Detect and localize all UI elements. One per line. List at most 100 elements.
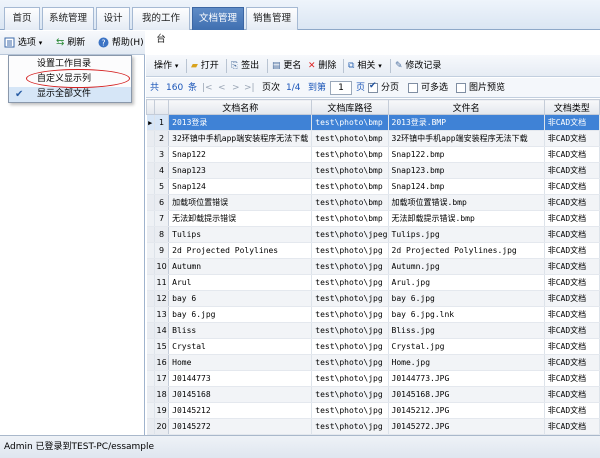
related-label: 相关 [357, 61, 376, 71]
table-row[interactable]: 2 32环镇中手机app端安装程序无法下载 test\photo\bmp 32环镇中手… [146, 130, 600, 147]
svg-text:?: ? [101, 39, 105, 48]
row-indicator [146, 210, 156, 227]
cell-type: 非CAD文档 [544, 322, 600, 339]
status-bar: Admin 已登录到TEST-PC/essample [0, 435, 600, 458]
row-number: 4 [154, 162, 170, 179]
table-row[interactable]: 5 Snap124 test\photo\bmp Snap124.bmp 非CAD文档 [146, 178, 600, 195]
tab-my-workbench[interactable]: 我的工作台 [132, 7, 190, 45]
options-label: 选项 [17, 38, 36, 48]
column-header-doc-path[interactable]: 文档库路径 [311, 99, 389, 115]
cell-file: 2d Projected Polylines.jpg [388, 242, 545, 259]
multiselect-checkbox[interactable] [408, 83, 418, 93]
toolbar-divider [390, 59, 391, 73]
modify-history-button[interactable]: ✎ 修改记录 [395, 58, 441, 74]
history-icon: ✎ [395, 61, 403, 71]
table-row[interactable]: 4 Snap123 test\photo\bmp Snap123.bmp 非CAD文档 [146, 162, 600, 179]
cell-name: Autumn [168, 258, 313, 275]
table-row[interactable]: 11 Arul test\photo\jpg Arul.jpg 非CAD文档 [146, 274, 600, 291]
column-header-doc-name[interactable]: 文档名称 [168, 99, 313, 115]
cell-name: J0145272 [168, 418, 313, 435]
cell-type: 非CAD文档 [544, 402, 600, 419]
prev-page-icon[interactable]: < [218, 81, 226, 95]
cell-path: test\photo\jpg [311, 290, 389, 307]
cell-file: J0145272.JPG [388, 418, 545, 435]
cell-file: Tulips.jpg [388, 226, 545, 243]
checkout-button[interactable]: ⎘ 签出 [231, 58, 259, 74]
table-row[interactable]: 16 Home test\photo\jpg Home.jpg 非CAD文档 [146, 354, 600, 371]
cell-file: 无法卸载提示错误.bmp [388, 210, 545, 227]
table-row[interactable]: 3 Snap122 test\photo\bmp Snap122.bmp 非CAD文档 [146, 146, 600, 163]
cell-file: 2013登录.BMP [388, 114, 545, 131]
cell-file: J0145212.JPG [388, 402, 545, 419]
next-page-icon[interactable]: > [232, 81, 240, 95]
table-row[interactable]: 12 bay 6 test\photo\jpg bay 6.jpg 非CAD文档 [146, 290, 600, 307]
tab-home[interactable]: 首页 [4, 7, 40, 30]
cell-file: Snap122.bmp [388, 146, 545, 163]
related-menu-button[interactable]: ⧉ 相关 ▾ [348, 58, 382, 74]
help-button[interactable]: ? 帮助(H) [98, 35, 144, 51]
row-indicator [146, 258, 156, 275]
cell-type: 非CAD文档 [544, 354, 600, 371]
menu-item-show-all-files[interactable]: ✔ 显示全部文件 [9, 87, 131, 102]
column-header-file-name[interactable]: 文件名 [387, 99, 545, 115]
cell-path: test\photo\jpg [311, 402, 389, 419]
total-suffix: 条 [188, 83, 198, 93]
highlight-circle [26, 69, 130, 88]
page-input[interactable]: 1 [330, 81, 352, 95]
folder-open-icon: ▰ [191, 61, 198, 71]
table-row[interactable]: 8 Tulips test\photo\jpeg Tulips.jpg 非CAD文档 [146, 226, 600, 243]
row-number: 7 [154, 210, 170, 227]
row-number: 12 [154, 290, 170, 307]
operate-menu-button[interactable]: 操作 ▾ [154, 58, 178, 74]
table-row[interactable]: 13 bay 6.jpg test\photo\jpg bay 6.jpg.lnk 非C… [146, 306, 600, 323]
table-row[interactable]: ▶ 1 2013登录 test\photo\bmp 2013登录.BMP 非CAD文档 [146, 114, 600, 131]
row-indicator [146, 338, 156, 355]
table-row[interactable]: 9 2d Projected Polylines test\photo\jpg 2d … [146, 242, 600, 259]
row-indicator [146, 130, 156, 147]
cell-name: Snap123 [168, 162, 313, 179]
table-row[interactable]: 17 J0144773 test\photo\jpg J0144773.JPG 非CAD… [146, 370, 600, 387]
tab-design[interactable]: 设计 [96, 7, 130, 30]
table-row[interactable]: 10 Autumn test\photo\jpg Autumn.jpg 非CAD文档 [146, 258, 600, 275]
row-indicator [146, 146, 156, 163]
table-row[interactable]: 18 J0145168 test\photo\jpg J0145168.JPG 非CAD… [146, 386, 600, 403]
table-row[interactable]: 14 Bliss test\photo\jpg Bliss.jpg 非CAD文档 [146, 322, 600, 339]
document-table: 文档名称 文档库路径 文件名 文档类型 ▶ 1 2013登录 test\photo\b… [146, 99, 600, 435]
delete-button[interactable]: ✕ 删除 [308, 58, 336, 74]
tab-system-management[interactable]: 系统管理 [42, 7, 94, 30]
image-preview-checkbox[interactable] [456, 83, 466, 93]
paging-checkbox[interactable] [368, 81, 378, 93]
status-text: Admin 已登录到TEST-PC/essample [4, 442, 155, 452]
cell-name: 32环镇中手机app端安装程序无法下载 [168, 130, 313, 147]
cell-path: test\photo\jpg [311, 386, 389, 403]
table-row[interactable]: 19 J0145212 test\photo\jpg J0145212.JPG 非CAD… [146, 402, 600, 419]
checkout-icon: ⎘ [231, 61, 239, 71]
cell-name: J0144773 [168, 370, 313, 387]
row-number: 18 [154, 386, 170, 403]
cell-file: Snap123.bmp [388, 162, 545, 179]
operate-label: 操作 [154, 61, 173, 71]
column-header-doc-type[interactable]: 文档类型 [543, 99, 600, 115]
cell-name: Crystal [168, 338, 313, 355]
cell-path: test\photo\jpg [311, 418, 389, 435]
tab-document-management[interactable]: 文档管理 [192, 7, 244, 30]
last-page-icon[interactable]: >| [244, 81, 255, 95]
open-label: 打开 [200, 61, 219, 71]
tab-sales-management[interactable]: 销售管理 [246, 7, 298, 30]
table-row[interactable]: 7 无法卸载提示错误 test\photo\bmp 无法卸载提示错误.bmp 非CAD文… [146, 210, 600, 227]
open-button[interactable]: ▰ 打开 [191, 58, 219, 74]
table-row[interactable]: 6 加载项位置错误 test\photo\bmp 加载项位置错误.bmp 非CAD文档 [146, 194, 600, 211]
first-page-icon[interactable]: |< [202, 81, 213, 95]
cell-type: 非CAD文档 [544, 370, 600, 387]
cell-type: 非CAD文档 [544, 258, 600, 275]
delete-icon: ✕ [308, 61, 316, 71]
cell-file: Crystal.jpg [388, 338, 545, 355]
rename-button[interactable]: ▤ 更名 [272, 58, 301, 74]
cell-path: test\photo\jpg [311, 258, 389, 275]
goto-label: 到第 [308, 83, 327, 93]
current-row-indicator-icon: ▶ [146, 114, 156, 131]
options-button[interactable]: 选项 ▾ [4, 35, 42, 51]
refresh-button[interactable]: ⇆ 刷新 [56, 35, 85, 51]
table-row[interactable]: 20 J0145272 test\photo\jpg J0145272.JPG 非CAD… [146, 418, 600, 435]
table-row[interactable]: 15 Crystal test\photo\jpg Crystal.jpg 非CAD文档 [146, 338, 600, 355]
